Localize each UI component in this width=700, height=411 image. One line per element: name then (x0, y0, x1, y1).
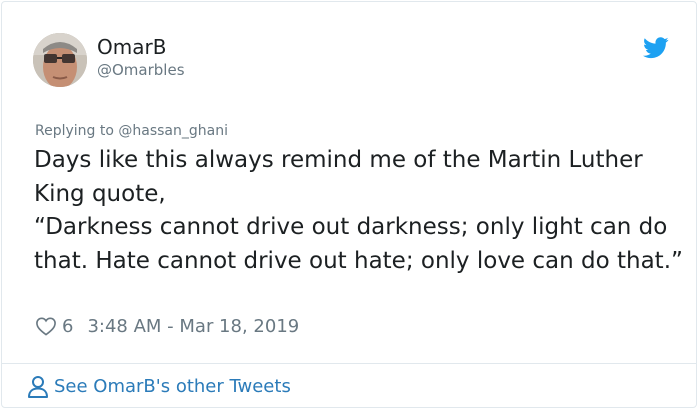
person-icon (28, 376, 48, 398)
see-other-tweets-label[interactable]: See OmarB's other Tweets (54, 374, 291, 400)
author-handle[interactable]: @Omarbles (97, 60, 185, 80)
tweet-card: OmarB @Omarbles Replying to @hassan_ghan… (1, 1, 697, 408)
twitter-bird-icon[interactable] (643, 37, 669, 59)
replying-to[interactable]: Replying to @hassan_ghani (35, 121, 228, 141)
avatar[interactable] (33, 33, 87, 87)
divider (2, 363, 696, 364)
tweet-text: Days like this always remind me of the M… (34, 147, 683, 274)
tweet-meta: 6 3:48 AM - Mar 18, 2019 (35, 313, 299, 339)
see-other-tweets-link[interactable]: See OmarB's other Tweets (27, 374, 291, 400)
timestamp[interactable]: 3:48 AM - Mar 18, 2019 (87, 316, 299, 337)
author-name[interactable]: OmarB (97, 35, 166, 59)
like-count[interactable]: 6 (62, 316, 73, 337)
heart-icon[interactable] (35, 316, 57, 336)
